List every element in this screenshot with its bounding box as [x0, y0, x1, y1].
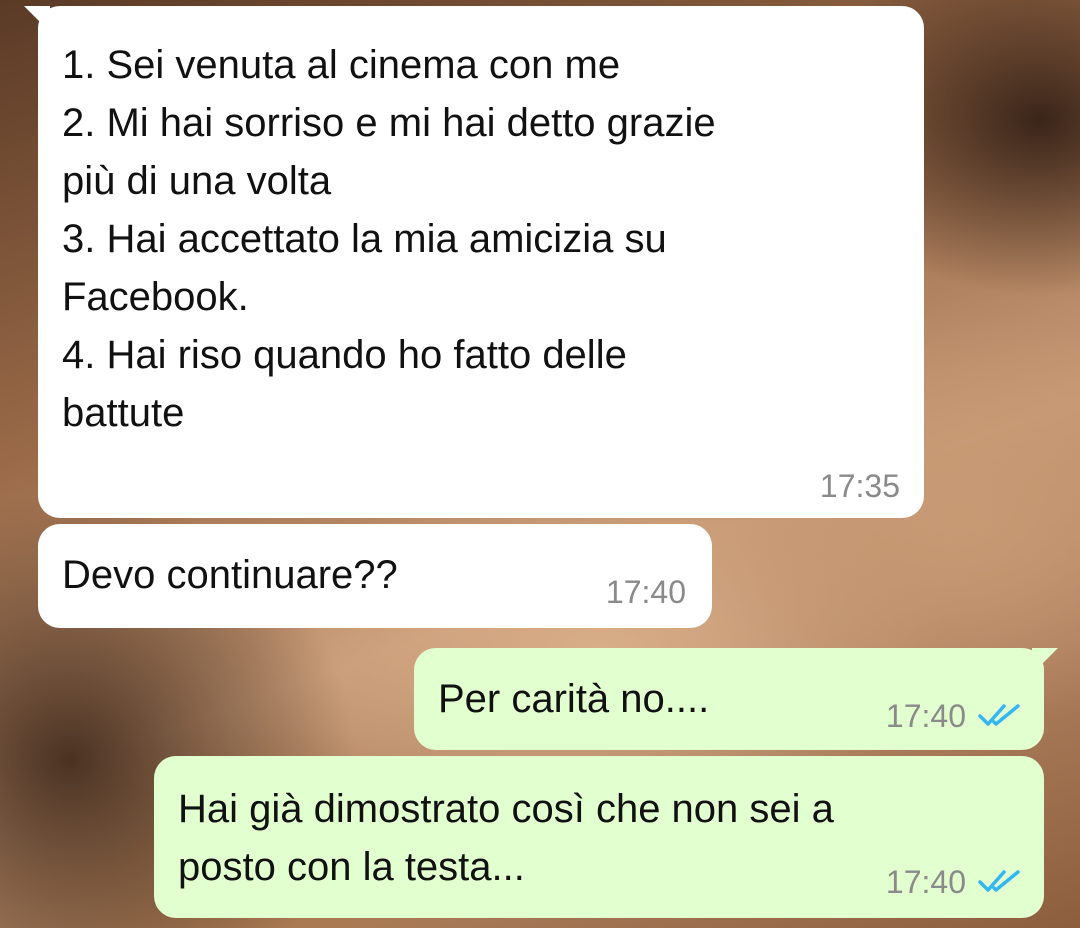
message-bubble-incoming[interactable]: 1. Sei venuta al cinema con me 2. Mi hai… — [24, 6, 924, 518]
message-text: Per carità no.... — [438, 677, 710, 721]
double-check-read-icon — [978, 870, 1020, 892]
message-timestamp: 17:35 — [819, 468, 900, 504]
message-bubble-outgoing[interactable]: Hai già dimostrato così che non sei a po… — [154, 756, 1044, 918]
message-text: 1. Sei venuta al cinema con me 2. Mi hai… — [62, 43, 716, 435]
bubble-tail — [24, 6, 50, 32]
message-bubble-outgoing[interactable]: Per carità no.... 17:40 — [414, 648, 1058, 750]
double-check-read-icon — [978, 704, 1020, 726]
message-timestamp: 17:40 — [605, 574, 686, 610]
message-timestamp: 17:40 — [885, 864, 966, 900]
message-text: Hai già dimostrato così che non sei a po… — [178, 787, 834, 889]
message-bubble-incoming[interactable]: Devo continuare?? 17:40 — [38, 524, 712, 628]
message-text: Devo continuare?? — [62, 553, 398, 597]
bubble-tail — [1032, 648, 1058, 674]
message-timestamp: 17:40 — [885, 698, 966, 734]
